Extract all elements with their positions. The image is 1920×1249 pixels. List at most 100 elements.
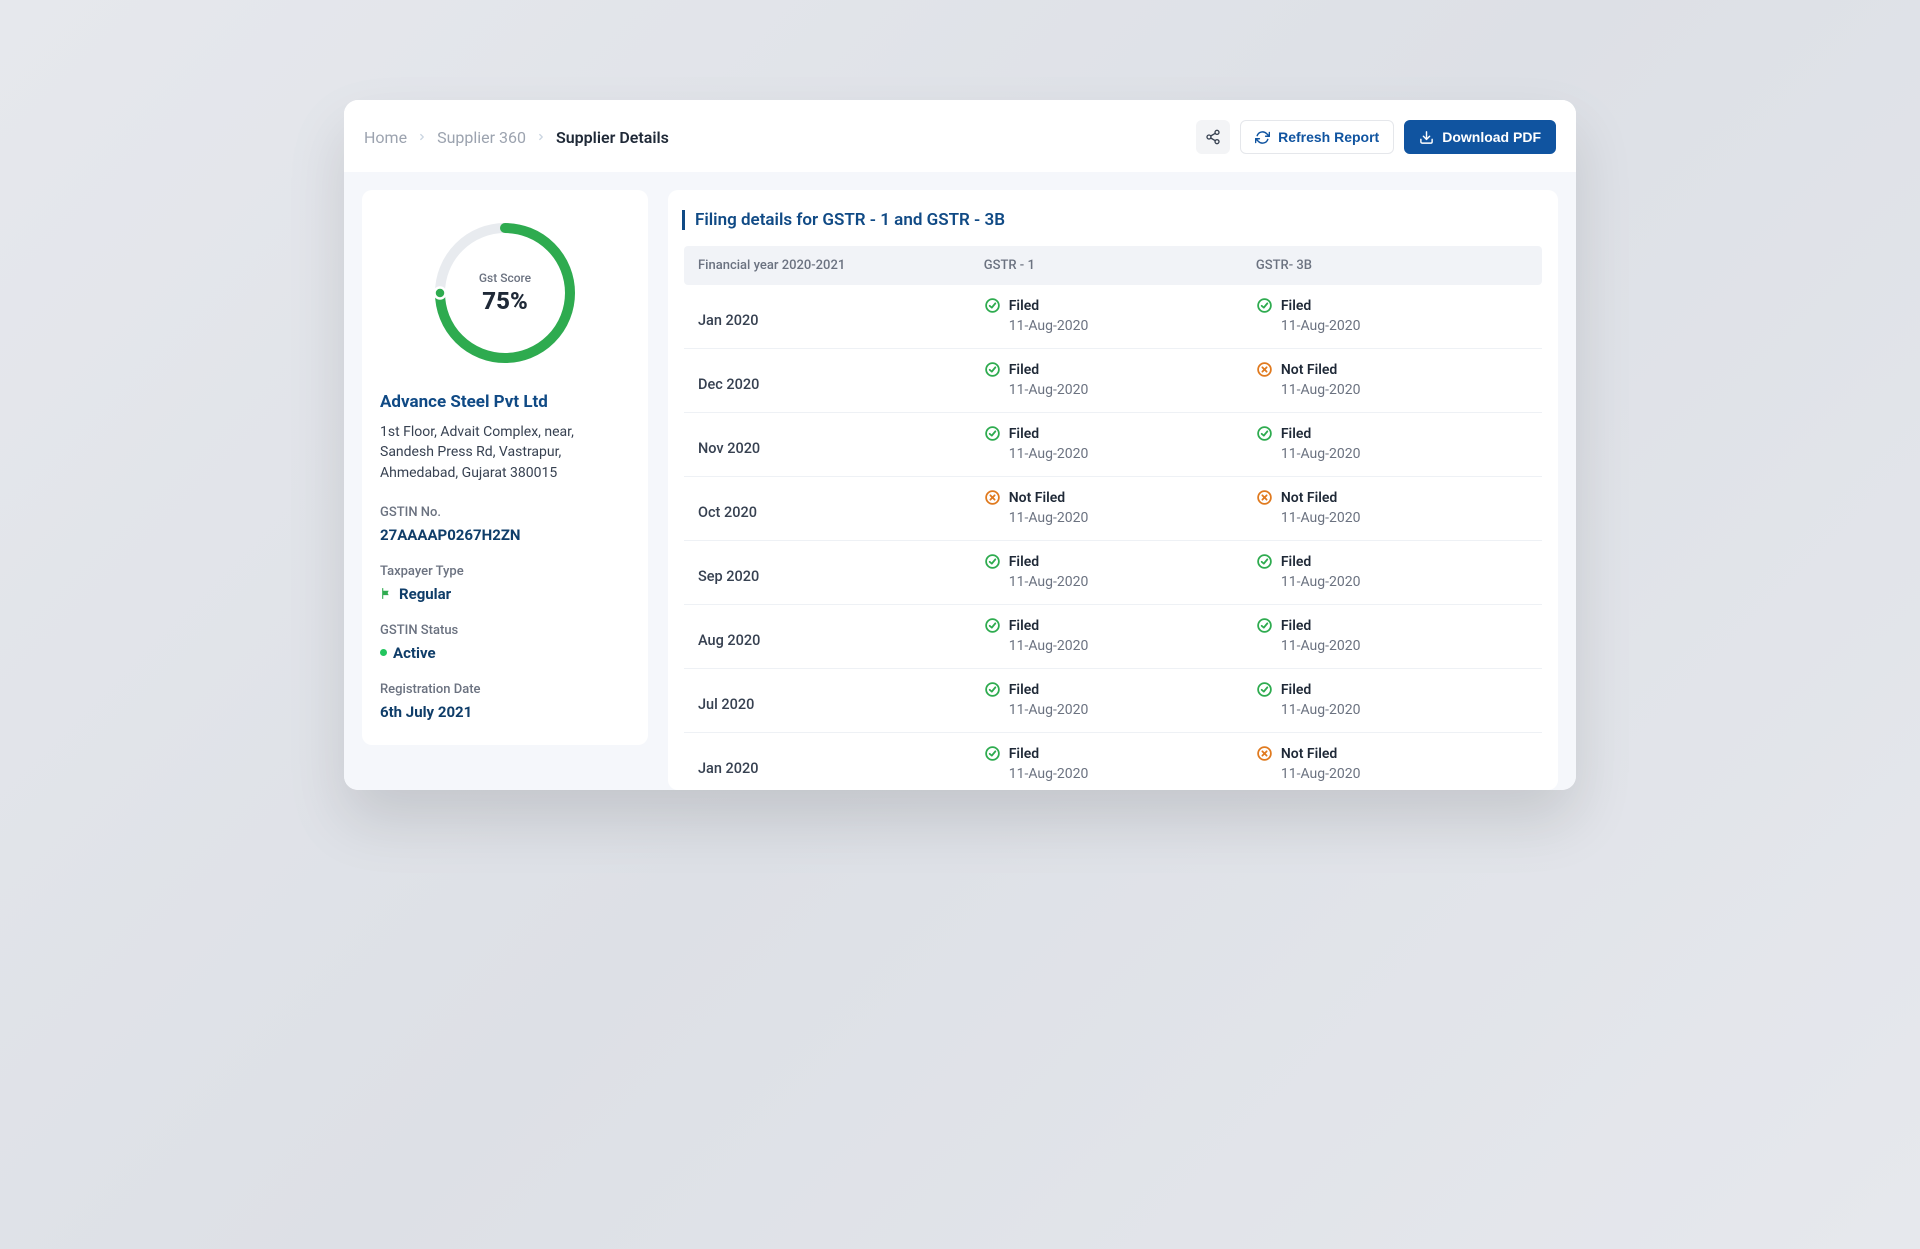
filing-details-card: Filing details for GSTR - 1 and GSTR - 3… (668, 190, 1558, 790)
gstin-label: GSTIN No. (380, 505, 630, 520)
registration-date-label: Registration Date (380, 682, 630, 697)
table-row: Jul 2020Filed11-Aug-2020Filed11-Aug-2020 (684, 669, 1542, 733)
gstin-status-field: GSTIN Status Active (380, 623, 630, 662)
check-circle-icon (984, 553, 1001, 570)
status-text: Not Filed (1281, 490, 1337, 506)
status-cell-gstr1: Filed11-Aug-2020 (984, 361, 1256, 398)
status-cell-gstr1: Filed 11-Aug-2020 (984, 681, 1256, 718)
status-date: 11-Aug-2020 (1256, 702, 1528, 718)
gstin-status-label: GSTIN Status (380, 623, 630, 638)
gstin-field: GSTIN No. 27AAAAP0267H2ZN (380, 505, 630, 544)
status-cell-gstr1: Filed 11-Aug-2020 (984, 617, 1256, 654)
x-circle-icon (1256, 361, 1273, 378)
download-pdf-button[interactable]: Download PDF (1404, 120, 1556, 154)
chevron-right-icon (417, 132, 427, 142)
table-row: Nov 2020Filed11-Aug-2020Filed11-Aug-2020 (684, 413, 1542, 477)
table-row: Sep 2020Filed11-Aug-2020Filed11-Aug-2020 (684, 541, 1542, 605)
check-circle-icon (984, 425, 1001, 442)
refresh-report-label: Refresh Report (1278, 129, 1379, 145)
registration-date-value: 6th July 2021 (380, 703, 630, 721)
status-date: 11-Aug-2020 (984, 382, 1256, 398)
gst-score-value: 75% (482, 287, 527, 315)
status-cell-gstr3b: Filed11-Aug-2020 (1256, 617, 1528, 654)
status-text: Filed (1009, 746, 1039, 762)
status-cell-gstr3b: Not Filed 11-Aug-2020 (1256, 745, 1528, 782)
share-icon (1205, 129, 1221, 145)
status-cell-gstr3b: Not Filed 11-Aug-2020 (1256, 489, 1528, 526)
supplier-summary-card: Gst Score 75% Advance Steel Pvt Ltd 1st … (362, 190, 648, 745)
check-circle-icon (984, 361, 1001, 378)
table-row: Aug 2020Filed11-Aug-2020Filed11-Aug-2020 (684, 605, 1542, 669)
status-cell-gstr1: Filed11-Aug-2020 (984, 297, 1256, 334)
month-cell: Sep 2020 (698, 558, 984, 585)
filing-table-body: Jan 2020 Filed 11-Aug-2020 Filed 11-Aug-2020… (684, 285, 1542, 790)
breadcrumb-home[interactable]: Home (364, 128, 407, 147)
check-circle-icon (1256, 681, 1273, 698)
status-text: Filed (1281, 618, 1311, 634)
status-cell-gstr3b: Filed 11-Aug-2020 (1256, 681, 1528, 718)
status-text: Filed (1281, 682, 1311, 698)
status-date: 11-Aug-2020 (1256, 446, 1528, 462)
status-date: 11-Aug-2020 (1256, 510, 1528, 526)
taxpayer-type-label: Taxpayer Type (380, 564, 630, 579)
check-circle-icon (984, 617, 1001, 634)
status-cell-gstr3b: Filed11-Aug-2020 (1256, 553, 1528, 590)
check-circle-icon (1256, 425, 1273, 442)
status-cell-gstr3b: Filed 11-Aug-2020 (1256, 297, 1528, 334)
status-text: Filed (1009, 298, 1039, 314)
gst-score-gauge: Gst Score 75% (380, 210, 630, 392)
status-date: 11-Aug-2020 (984, 638, 1256, 654)
header-actions: Refresh Report Download PDF (1196, 120, 1556, 154)
status-text: Filed (1281, 298, 1311, 314)
share-button[interactable] (1196, 120, 1230, 154)
status-date: 11-Aug-2020 (984, 766, 1256, 782)
month-cell: Oct 2020 (698, 494, 984, 521)
status-text: Filed (1009, 682, 1039, 698)
status-cell-gstr3b: Filed 11-Aug-2020 (1256, 425, 1528, 462)
status-text: Filed (1009, 618, 1039, 634)
breadcrumb-supplier360[interactable]: Supplier 360 (437, 128, 526, 147)
status-cell-gstr1: Filed 11-Aug-2020 (984, 745, 1256, 782)
check-circle-icon (984, 745, 1001, 762)
breadcrumb-current: Supplier Details (556, 128, 669, 147)
x-circle-icon (1256, 745, 1273, 762)
breadcrumb: Home Supplier 360 Supplier Details (364, 128, 669, 147)
status-text: Filed (1009, 554, 1039, 570)
filing-table-header: Financial year 2020-2021 GSTR - 1 GSTR- … (684, 246, 1542, 285)
status-date: 11-Aug-2020 (1256, 318, 1528, 334)
month-cell: Jan 2020 (698, 750, 984, 777)
status-date: 11-Aug-2020 (984, 574, 1256, 590)
status-date: 11-Aug-2020 (984, 446, 1256, 462)
gstin-value: 27AAAAP0267H2ZN (380, 526, 630, 544)
month-cell: Aug 2020 (698, 622, 984, 649)
status-dot-icon (380, 649, 387, 656)
refresh-icon (1255, 130, 1270, 145)
refresh-report-button[interactable]: Refresh Report (1240, 120, 1394, 154)
x-circle-icon (984, 489, 1001, 506)
check-circle-icon (1256, 297, 1273, 314)
col-header-gstr1: GSTR - 1 (984, 258, 1256, 273)
filing-details-title: Filing details for GSTR - 1 and GSTR - 3… (682, 210, 1542, 230)
status-cell-gstr1: Not Filed11-Aug-2020 (984, 489, 1256, 526)
taxpayer-type-field: Taxpayer Type Regular (380, 564, 630, 603)
flag-icon (380, 587, 393, 600)
status-text: Not Filed (1281, 746, 1337, 762)
download-pdf-label: Download PDF (1442, 129, 1541, 145)
status-cell-gstr3b: Not Filed 11-Aug-2020 (1256, 361, 1528, 398)
x-circle-icon (1256, 489, 1273, 506)
status-date: 11-Aug-2020 (1256, 382, 1528, 398)
status-date: 11-Aug-2020 (984, 510, 1256, 526)
taxpayer-type-value: Regular (399, 585, 451, 603)
month-cell: Dec 2020 (698, 366, 984, 393)
company-name: Advance Steel Pvt Ltd (380, 392, 630, 412)
status-text: Not Filed (1281, 362, 1337, 378)
status-date: 11-Aug-2020 (984, 702, 1256, 718)
status-text: Filed (1281, 426, 1311, 442)
table-row: Jan 2020 Filed 11-Aug-2020 Not Filed 11-Aug-… (684, 733, 1542, 790)
col-header-gstr3b: GSTR- 3B (1256, 258, 1528, 273)
app-window: Home Supplier 360 Supplier Details Refre… (344, 100, 1576, 790)
check-circle-icon (1256, 617, 1273, 634)
check-circle-icon (984, 297, 1001, 314)
status-cell-gstr1: Filed11-Aug-2020 (984, 425, 1256, 462)
status-date: 11-Aug-2020 (1256, 766, 1528, 782)
